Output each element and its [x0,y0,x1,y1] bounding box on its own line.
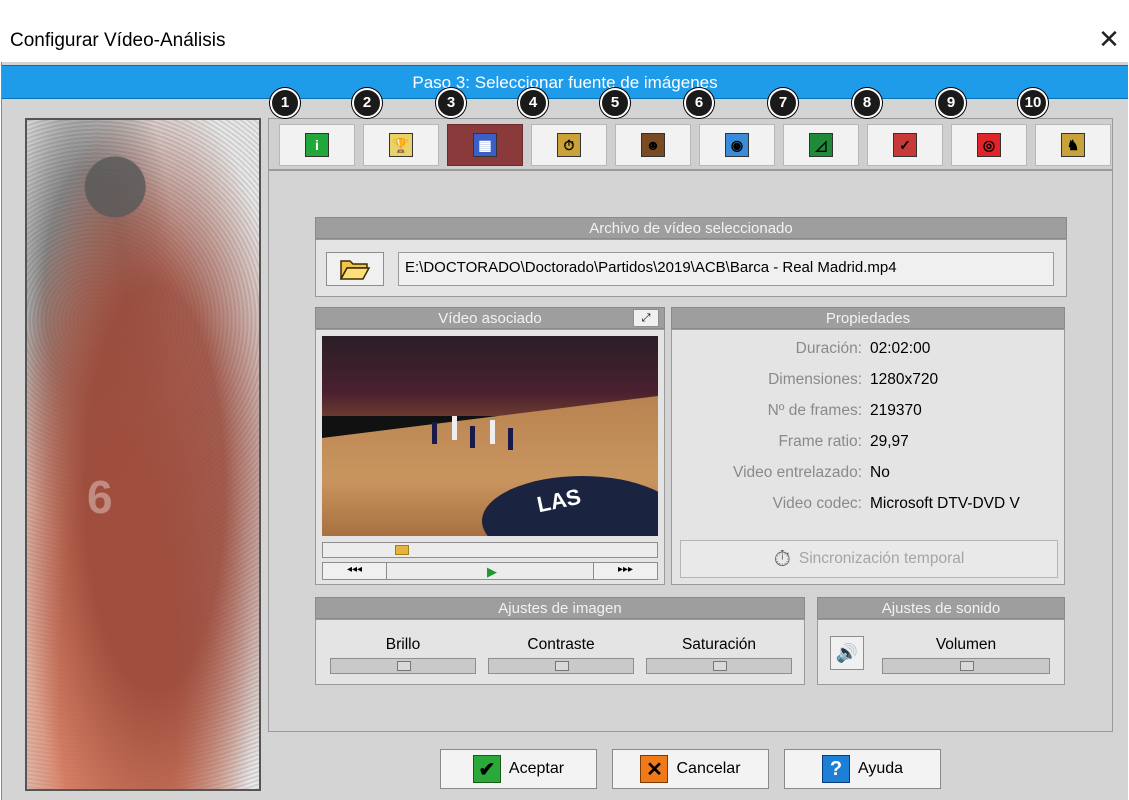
tab-step-10[interactable]: ♞ [1035,124,1111,166]
players-on-court [432,416,522,456]
contrast-knob[interactable] [555,661,569,671]
property-value: Microsoft DTV-DVD V [870,495,1020,512]
tab-step-1[interactable]: i [279,124,355,166]
close-icon[interactable]: ✕ [1094,24,1124,54]
accept-label: Aceptar [508,760,565,777]
step-number-badge: 2 [352,88,382,118]
speaker-icon[interactable]: 🔊 [830,636,864,670]
property-value: 1280x720 [870,371,939,388]
volume-knob[interactable] [960,661,974,671]
step-number-badge: 3 [436,88,466,118]
property-value: No [870,464,890,481]
sound-settings-group: 🔊 Volumen [817,619,1065,685]
file-group: E:\DOCTORADO\Doctorado\Partidos\2019\ACB… [315,239,1067,297]
stopwatch-icon: ⏱ [773,546,791,571]
eye-icon: ◉ [725,133,749,157]
basketball-player-image: 6 [25,118,261,791]
checkmark-icon: ✔ [472,755,501,783]
cancel-label: Cancelar [676,760,741,777]
tab-step-6[interactable]: ◉ [699,124,775,166]
contrast-label: Contraste [527,636,595,653]
step-number-badge: 5 [600,88,630,118]
help-label: Ayuda [857,760,904,777]
horse-icon: ♞ [1061,133,1085,157]
properties-header: Propiedades [671,307,1065,329]
wizard-tab-strip: i 🏆 ▦ ⏱ ☻ ◉ ◿ ✓ ◎ ♞ [268,118,1113,170]
contrast-slider[interactable] [488,658,634,674]
forward-button[interactable]: ▸▸▸ [593,563,657,579]
field-icon: ◿ [809,133,833,157]
cross-icon: ✕ [640,755,669,783]
property-value: 29,97 [870,433,909,450]
step-number-badge: 4 [518,88,548,118]
step-number-badge: 1 [270,88,300,118]
player-icon: ☻ [641,133,665,157]
open-file-button[interactable] [326,252,384,286]
video-group-header: Vídeo asociado [315,307,665,329]
trophy-icon: 🏆 [389,133,413,157]
info-icon: i [305,133,329,157]
tab-step-4[interactable]: ⏱ [531,124,607,166]
property-label: Frame ratio: [778,433,862,450]
volume-label: Volumen [935,636,997,653]
sync-time-button[interactable]: ⏱ Sincronización temporal [680,540,1058,578]
play-icon[interactable]: ▶ [487,564,497,580]
tab-step-2[interactable]: 🏆 [363,124,439,166]
video-preview[interactable]: LAS [322,336,658,536]
brightness-label: Brillo [385,636,421,653]
video-tape-icon: ▦ [473,133,497,157]
properties-group: ⏱ Sincronización temporal Duración: 02:02… [671,329,1065,585]
brightness-knob[interactable] [397,661,411,671]
property-value: 02:02:00 [870,340,931,357]
volume-slider[interactable] [882,658,1050,674]
line-chart-icon: ✓ [893,133,917,157]
property-label: Video codec: [772,495,862,512]
target-icon: ◎ [977,133,1001,157]
window-title: Configurar Vídeo-Análisis [10,30,226,51]
playback-controls: ◂◂◂ ▶ ▸▸▸ [322,562,658,580]
image-settings-header: Ajustes de imagen [315,597,805,619]
folder-open-icon [339,260,371,280]
video-seek-knob[interactable] [395,545,409,555]
video-seek-bar[interactable] [322,542,658,558]
image-settings-group: Brillo Contraste Saturación [315,619,805,685]
accept-button[interactable]: ✔ Aceptar [440,749,597,789]
stopwatch-icon: ⏱ [557,133,581,157]
step-panel: Archivo de vídeo seleccionado E:\DOCTORA… [268,170,1113,732]
cancel-button[interactable]: ✕ Cancelar [612,749,769,789]
help-icon: ? [821,755,850,783]
step-number-badge: 7 [768,88,798,118]
video-group: LAS ◂◂◂ ▶ ▸▸▸ [315,329,665,585]
saturation-slider[interactable] [646,658,792,674]
step-number-badge: 6 [684,88,714,118]
step-number-badge: 9 [936,88,966,118]
tab-step-9[interactable]: ◎ [951,124,1027,166]
brightness-slider[interactable] [330,658,476,674]
tab-step-7[interactable]: ◿ [783,124,859,166]
property-label: Nº de frames: [767,402,862,419]
tab-step-8[interactable]: ✓ [867,124,943,166]
property-label: Duración: [795,340,862,357]
saturation-label: Saturación [681,636,757,653]
sync-time-label: Sincronización temporal [798,550,965,567]
video-path-field[interactable]: E:\DOCTORADO\Doctorado\Partidos\2019\ACB… [398,252,1054,286]
property-label: Video entrelazado: [733,464,862,481]
step-number-badge: 10 [1018,88,1048,118]
video-group-title: Vídeo asociado [438,310,542,327]
sound-settings-header: Ajustes de sonido [817,597,1065,619]
jersey-number: 6 [87,471,113,523]
tab-step-3[interactable]: ▦ [447,124,523,166]
expand-video-icon[interactable]: ⤢ [633,309,659,327]
rewind-button[interactable]: ◂◂◂ [323,563,387,579]
file-group-header: Archivo de vídeo seleccionado [315,217,1067,239]
saturation-knob[interactable] [713,661,727,671]
property-value: 219370 [870,402,922,419]
help-button[interactable]: ? Ayuda [784,749,941,789]
property-label: Dimensiones: [768,371,862,388]
step-number-badge: 8 [852,88,882,118]
tab-step-5[interactable]: ☻ [615,124,691,166]
